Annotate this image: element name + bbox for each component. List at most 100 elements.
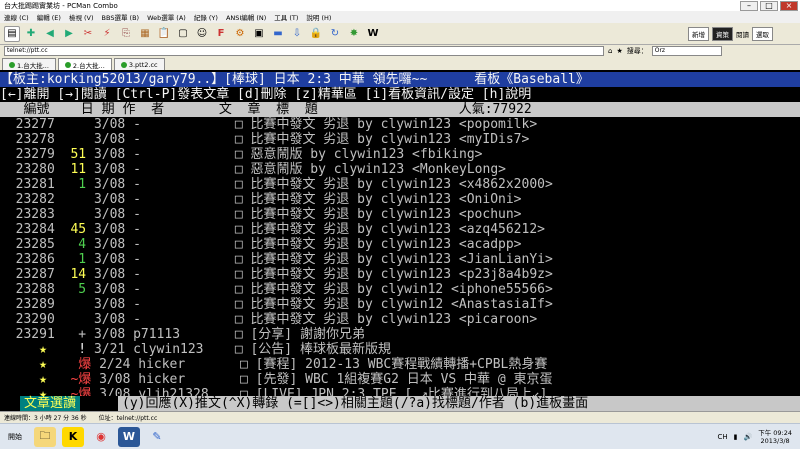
start-button[interactable]: 開始 (2, 432, 28, 442)
tab-2[interactable]: 2.台大批... (57, 58, 112, 70)
star-icon[interactable]: ✸ (346, 26, 362, 42)
screen-icon[interactable]: ▬ (270, 26, 286, 42)
menu-help[interactable]: 說明 (H) (306, 12, 331, 22)
paint-icon[interactable]: ✎ (146, 427, 168, 447)
clipboard-icon[interactable]: 📋 (156, 26, 172, 42)
article-row[interactable]: 23285 4 3/08 - □ 比賽中發文 劣退 by clywin123 <… (0, 237, 800, 252)
push-count (63, 207, 94, 222)
bookmark-icon[interactable]: ★ (616, 47, 622, 55)
pcman-icon[interactable]: K (62, 426, 84, 447)
article-meta: 3/08 - (93, 282, 235, 297)
ansi-color-icon[interactable]: ▣ (251, 26, 267, 42)
article-meta: 3/21 clywin123 (93, 342, 235, 357)
volume-icon[interactable]: 🔊 (743, 433, 752, 441)
home-icon[interactable]: ⌂ (608, 47, 612, 55)
chrome-icon[interactable]: ◉ (90, 427, 112, 447)
article-row[interactable]: 23279 51 3/08 - □ 惡意鬧版 by clywin123 <fbi… (0, 147, 800, 162)
word-icon[interactable]: W (118, 426, 140, 447)
article-row[interactable]: 23283 3/08 - □ 比賽中發文 劣退 by clywin123 <po… (0, 207, 800, 222)
select-all-icon[interactable]: ▢ (175, 26, 191, 42)
pinned-row[interactable]: ★ ~爆 3/08 hicker □ [先發] WBC 1組複賽G2 日本 VS… (0, 372, 800, 387)
article-number: 23287 (0, 267, 63, 282)
article-number: 23288 (0, 282, 63, 297)
pinned-star-icon: ★ (0, 342, 63, 357)
settings-gear-icon[interactable]: ⚙ (232, 26, 248, 42)
menu-log[interactable]: 紀錄 (Y) (194, 12, 218, 22)
article-row[interactable]: 23288 5 3/08 - □ 比賽中發文 劣退 by clywin12 <i… (0, 282, 800, 297)
refresh-icon[interactable]: ↻ (327, 26, 343, 42)
article-number: 23284 (0, 222, 63, 237)
window-title: 台大批踢踢實業坊 - PCMan Combo (4, 1, 118, 10)
paste-icon[interactable]: ▦ (137, 26, 153, 42)
taskbar: 開始 🗀 K ◉ W ✎ CH ▮ 🔊 下午 09:24 2013/3/8 (0, 423, 800, 449)
article-row[interactable]: 23289 3/08 - □ 比賽中發文 劣退 by clywin12 <Ana… (0, 297, 800, 312)
menu-web[interactable]: Web選單 (A) (147, 12, 186, 22)
pinned-star-icon: ★ (0, 372, 63, 387)
wikipedia-icon[interactable]: W (365, 26, 381, 42)
maximize-button[interactable]: □ (760, 0, 778, 11)
forward-icon[interactable]: ▶ (61, 26, 77, 42)
article-meta: 3/08 - (93, 297, 235, 312)
article-row[interactable]: 23284 45 3/08 - □ 比賽中發文 劣退 by clywin123 … (0, 222, 800, 237)
article-row[interactable]: 23277 3/08 - □ 比賽中發文 劣退 by clywin123 <po… (0, 117, 800, 132)
article-row[interactable]: 23290 3/08 - □ 比賽中發文 劣退 by clywin123 <pi… (0, 312, 800, 327)
article-row[interactable]: 23287 14 3/08 - □ 比賽中發文 劣退 by clywin123 … (0, 267, 800, 282)
unread-mark: □ (240, 372, 256, 387)
article-title: 比賽中發文 劣退 by clywin123 <azq456212> (250, 222, 545, 237)
menu-tools[interactable]: 工具 (T) (274, 12, 298, 22)
article-title: 比賽中發文 劣退 by clywin123 <picaroon> (250, 312, 538, 327)
article-row[interactable]: 23281 1 3/08 - □ 比賽中發文 劣退 by clywin123 <… (0, 177, 800, 192)
emoticon-icon[interactable]: ☺ (194, 26, 210, 42)
close-button[interactable]: × (780, 0, 798, 11)
connection-time: 連線時間：3 小時 27 分 36 秒 (4, 415, 87, 422)
unread-mark: □ (234, 147, 251, 162)
menu-connection[interactable]: 連線 (C) (4, 12, 29, 22)
article-title: 比賽中發文 劣退 by clywin123 <popomilk> (250, 117, 538, 132)
tab-1[interactable]: 1.台大批... (2, 58, 56, 70)
tab-3[interactable]: 3.ptt2.cc (113, 58, 165, 70)
explorer-icon[interactable]: 🗀 (34, 426, 56, 447)
capital-button[interactable]: 資策 (712, 26, 733, 41)
unread-mark: □ (234, 342, 251, 357)
network-icon[interactable]: ▮ (734, 433, 738, 441)
article-row[interactable]: 23280 11 3/08 - □ 惡意鬧版 by clywin123 <Mon… (0, 162, 800, 177)
url-input[interactable]: telnet://ptt.cc (4, 46, 604, 56)
article-meta: 3/08 - (93, 267, 235, 282)
unread-mark: □ (234, 282, 251, 297)
font-icon[interactable]: F (213, 26, 229, 42)
push-count (63, 192, 94, 207)
article-row[interactable]: 23282 3/08 - □ 比賽中發文 劣退 by clywin123 <On… (0, 192, 800, 207)
article-row[interactable]: 23286 1 3/08 - □ 比賽中發文 劣退 by clywin123 <… (0, 252, 800, 267)
search-input[interactable]: Orz (651, 46, 722, 56)
input-language[interactable]: CH (717, 433, 727, 441)
menu-view[interactable]: 檢視 (V) (69, 12, 94, 22)
article-row[interactable]: 23291 + 3/08 p71113 □ [分享] 謝謝你兄弟 (0, 327, 800, 342)
back-icon[interactable]: ◀ (42, 26, 58, 42)
push-count: 1 (62, 252, 94, 267)
new-button[interactable]: 新增 (688, 26, 709, 41)
reconnect-icon[interactable]: ⚡ (99, 26, 115, 42)
unread-mark: □ (234, 252, 251, 267)
push-count: 爆 (62, 357, 100, 372)
menu-ansi[interactable]: ANSI編輯 (N) (226, 12, 266, 22)
read-checkbox-label[interactable]: 閱讀 (736, 29, 749, 39)
new-connection-icon[interactable]: ✚ (23, 26, 39, 42)
article-meta: 3/08 hicker (99, 372, 240, 387)
disconnect-icon[interactable]: ✂ (80, 26, 96, 42)
pinned-row[interactable]: ★ 爆 2/24 hicker □ [賽程] 2012-13 WBC賽程戰績轉播… (0, 357, 800, 372)
pinned-row[interactable]: ★ ! 3/21 clywin123 □ [公告] 棒球板最新版規 (0, 342, 800, 357)
address-book-icon[interactable]: ▤ (4, 25, 20, 42)
help-line: [←]離開 [→]閱讀 [Ctrl-P]發表文章 [d]刪除 [z]精華區 [i… (0, 87, 532, 102)
download-icon[interactable]: ⇩ (289, 26, 305, 42)
lock-icon[interactable]: 🔒 (308, 26, 324, 42)
minimize-button[interactable]: – (740, 0, 758, 11)
article-meta: 3/08 - (93, 147, 235, 162)
terminal-screen[interactable]: 【板主:korking52013/gary79..】[棒球] 日本 2:3 中華… (0, 70, 800, 400)
article-row[interactable]: 23278 3/08 - □ 比賽中發文 劣退 by clywin123 <my… (0, 132, 800, 147)
clock[interactable]: 下午 09:24 2013/3/8 (758, 429, 792, 445)
copy-icon[interactable]: ⎘ (118, 26, 134, 42)
push-count: 5 (62, 282, 94, 297)
menu-edit[interactable]: 編輯 (E) (37, 12, 61, 22)
menu-bbs[interactable]: BBS選單 (B) (102, 12, 140, 22)
select-button[interactable]: 選取 (752, 26, 773, 41)
